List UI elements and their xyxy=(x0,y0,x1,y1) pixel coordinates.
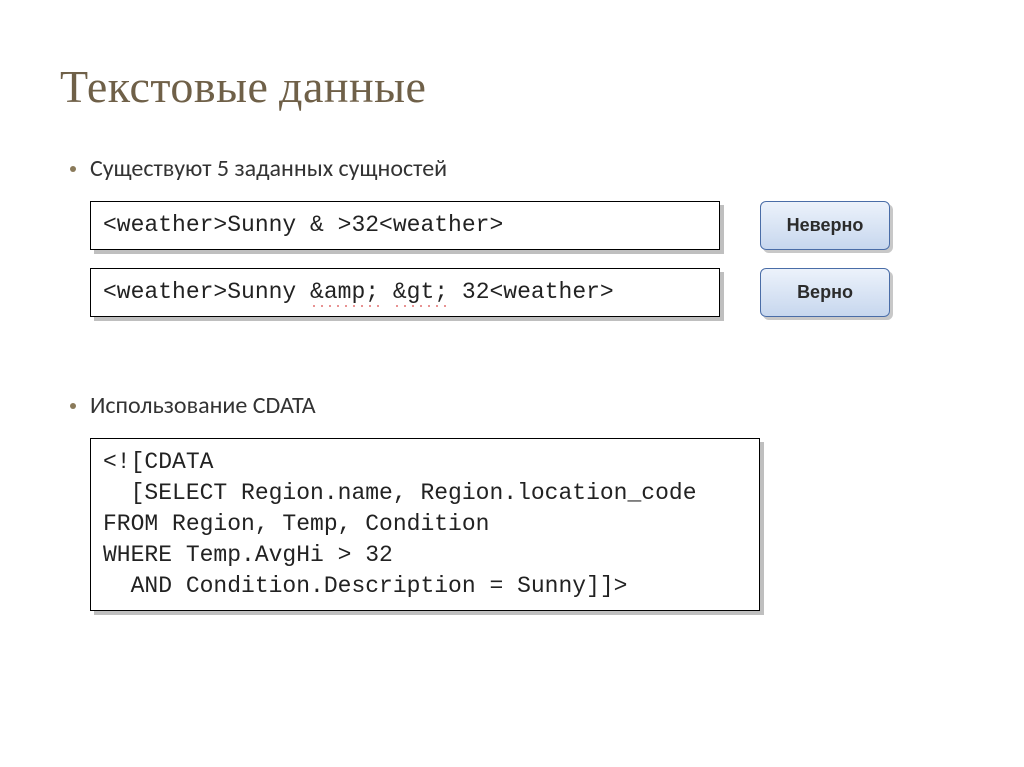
bullet-cdata-text: Использование CDATA xyxy=(90,391,316,420)
entity-amp: &amp; xyxy=(310,279,379,307)
slide: Текстовые данные Существуют 5 заданных с… xyxy=(0,0,1024,651)
code-right-seg-a: <weather>Sunny xyxy=(103,279,310,305)
bullet-dot-icon xyxy=(70,166,76,172)
code-wrong: <weather>Sunny & >32<weather> xyxy=(90,201,720,250)
entity-gt: &gt; xyxy=(393,279,448,307)
page-title: Текстовые данные xyxy=(60,60,964,114)
example-row-right: <weather>Sunny &amp; &gt; 32<weather> Ве… xyxy=(90,268,964,317)
bullet-entities-text: Существуют 5 заданных сущностей xyxy=(90,154,447,183)
code-right-seg-c: 32<weather> xyxy=(448,279,614,305)
badge-wrong: Неверно xyxy=(760,201,890,250)
code-right: <weather>Sunny &amp; &gt; 32<weather> xyxy=(90,268,720,317)
badge-right: Верно xyxy=(760,268,890,317)
cdata-block: <![CDATA [SELECT Region.name, Region.loc… xyxy=(90,438,760,611)
example-row-wrong: <weather>Sunny & >32<weather> Неверно xyxy=(90,201,964,250)
bullet-entities: Существуют 5 заданных сущностей xyxy=(70,154,964,183)
code-right-seg-b xyxy=(379,279,393,305)
bullet-dot-icon xyxy=(70,403,76,409)
bullet-cdata: Использование CDATA xyxy=(70,391,964,420)
